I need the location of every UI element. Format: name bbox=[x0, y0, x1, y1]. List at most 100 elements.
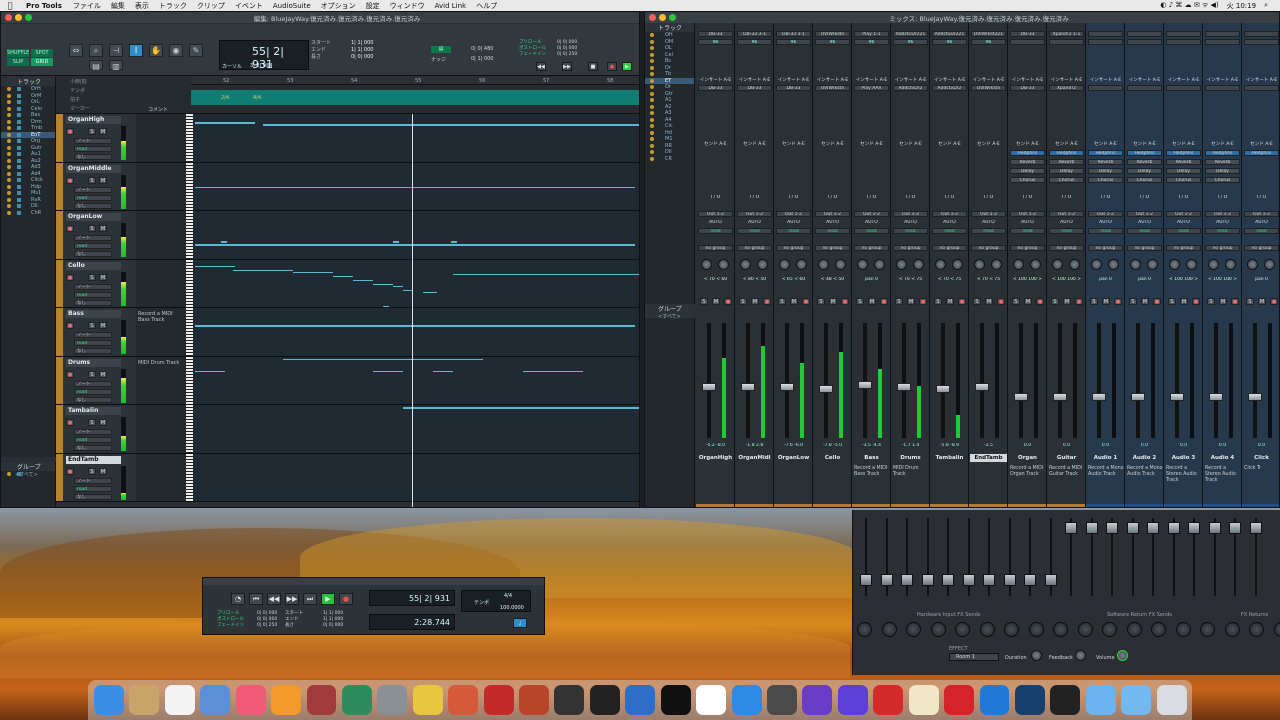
volume-fader[interactable] bbox=[1170, 393, 1184, 401]
strip-rec-button[interactable]: ● bbox=[1231, 298, 1239, 305]
automation-mode[interactable]: read bbox=[971, 228, 1006, 234]
automation-mode[interactable]: read bbox=[1088, 228, 1123, 234]
group-select[interactable]: no group bbox=[698, 245, 733, 251]
output-select[interactable]: Out 1-2 bbox=[1127, 211, 1162, 217]
track-group-select[interactable]: なし bbox=[74, 154, 112, 160]
trim-tool-icon[interactable]: ⊣ bbox=[109, 44, 123, 57]
send-slot[interactable]: Chorus bbox=[1205, 177, 1240, 183]
track-name[interactable]: Bass bbox=[66, 310, 121, 318]
send-slot[interactable]: Hedphns bbox=[1127, 150, 1162, 156]
menu-view[interactable]: 表示 bbox=[130, 1, 154, 11]
mode-grid[interactable]: GRID bbox=[31, 58, 53, 66]
track-comment[interactable] bbox=[136, 453, 186, 501]
volume-fader[interactable] bbox=[741, 383, 755, 391]
volume-fader[interactable] bbox=[897, 383, 911, 391]
track-comment[interactable] bbox=[136, 405, 186, 453]
minimize-icon[interactable] bbox=[659, 14, 666, 21]
menu-clip[interactable]: クリップ bbox=[192, 1, 230, 11]
send-slot[interactable]: Chorus bbox=[1010, 177, 1045, 183]
group-select[interactable]: no group bbox=[893, 245, 928, 251]
syspref-icon[interactable] bbox=[377, 685, 408, 715]
pan-knob-right[interactable] bbox=[1225, 259, 1236, 270]
menu-edit[interactable]: 編集 bbox=[106, 1, 130, 11]
group-select[interactable]: no group bbox=[932, 245, 967, 251]
strip-comment[interactable]: Record a MIDI Organ Track bbox=[1010, 466, 1046, 478]
online-icon[interactable]: ◔ bbox=[231, 593, 245, 605]
track-solo-button[interactable]: S bbox=[88, 128, 96, 135]
strip-solo-button[interactable]: S bbox=[1207, 298, 1215, 305]
strip-comment[interactable]: Record a MIDI Guitar Track bbox=[1049, 466, 1085, 478]
cs-knob[interactable] bbox=[1126, 622, 1142, 637]
track-comment[interactable] bbox=[136, 114, 186, 162]
midi-note[interactable] bbox=[195, 244, 635, 246]
insert-slot[interactable]: Xpand!2 bbox=[1049, 85, 1084, 91]
strip-rec-button[interactable]: ● bbox=[1153, 298, 1161, 305]
cs-knob[interactable] bbox=[1200, 622, 1215, 637]
apple-icon[interactable]:  bbox=[0, 1, 20, 10]
zoom-tool-icon[interactable]: ⌕ bbox=[89, 44, 103, 57]
send-slot[interactable]: Delay bbox=[1010, 168, 1045, 174]
strip-solo-button[interactable]: S bbox=[778, 298, 786, 305]
midi-lane[interactable] bbox=[193, 162, 639, 210]
volume-fader[interactable] bbox=[1131, 393, 1145, 401]
piano-icon[interactable] bbox=[589, 685, 620, 715]
strip-rec-button[interactable]: ● bbox=[1075, 298, 1083, 305]
cs-fader[interactable] bbox=[921, 574, 934, 586]
calendar-icon[interactable] bbox=[164, 685, 195, 715]
preview-icon[interactable] bbox=[200, 685, 231, 715]
pan-knob-right[interactable] bbox=[1264, 259, 1275, 270]
instrument-slot[interactable]: UVIWrkstn bbox=[815, 31, 850, 37]
midi-note[interactable] bbox=[195, 122, 255, 124]
stop-icon[interactable]: ■ bbox=[588, 62, 598, 71]
group-select[interactable]: no group bbox=[1127, 245, 1162, 251]
strip-mute-button[interactable]: M bbox=[751, 298, 759, 305]
cs-knob[interactable] bbox=[1028, 622, 1044, 637]
automation-mode[interactable]: read bbox=[1127, 228, 1162, 234]
strip-name[interactable]: Audio 2 bbox=[1126, 454, 1163, 462]
strip-name[interactable]: Audio 4 bbox=[1204, 454, 1241, 462]
insert-slot[interactable] bbox=[1205, 85, 1240, 91]
meter-marker[interactable]: 2/4 bbox=[221, 95, 229, 101]
strip-name[interactable]: Cello bbox=[814, 454, 851, 462]
track-comment[interactable] bbox=[136, 162, 186, 210]
track-mute-button[interactable]: M bbox=[99, 370, 107, 378]
track-rec-button[interactable]: ● bbox=[66, 225, 74, 232]
track-view-select[interactable]: ノート bbox=[74, 380, 112, 387]
ffwd-icon[interactable]: ▶▶ bbox=[562, 62, 572, 71]
send-slot[interactable]: Reverb bbox=[1205, 159, 1240, 165]
volume-fader[interactable] bbox=[858, 381, 872, 389]
cs-knob[interactable] bbox=[1102, 622, 1117, 637]
track-view-select[interactable]: ノート bbox=[74, 332, 112, 338]
midi-note[interactable] bbox=[523, 370, 583, 372]
ffwd-icon[interactable]: ▶▶ bbox=[285, 593, 299, 605]
midi-lane[interactable] bbox=[193, 259, 639, 307]
pan-knob[interactable] bbox=[701, 259, 712, 270]
strip-rec-button[interactable]: ● bbox=[1114, 298, 1122, 305]
track-comment[interactable] bbox=[136, 211, 186, 259]
cs-knob[interactable] bbox=[857, 622, 872, 637]
amp-icon[interactable] bbox=[519, 685, 549, 715]
safari-icon[interactable] bbox=[731, 685, 762, 715]
finder-icon[interactable] bbox=[94, 685, 124, 715]
photos-icon[interactable] bbox=[412, 685, 443, 715]
automation-mode[interactable]: read bbox=[1010, 228, 1045, 234]
midi-note[interactable] bbox=[283, 358, 483, 360]
automation-mode[interactable]: read bbox=[1049, 228, 1084, 234]
insert-slot[interactable]: DB-33 bbox=[1010, 85, 1045, 91]
strip-mute-button[interactable]: M bbox=[1024, 298, 1032, 305]
strip-comment[interactable]: Record a Mono Audio Track bbox=[1127, 466, 1163, 478]
instrument-slot[interactable]: AddctvDr221 bbox=[893, 31, 928, 37]
pan-knob[interactable] bbox=[974, 259, 985, 270]
strip-comment[interactable]: Record a MIDI Bass Track bbox=[854, 466, 890, 478]
strip-mute-button[interactable]: M bbox=[790, 298, 798, 305]
insert-slot[interactable] bbox=[1127, 85, 1162, 91]
zoom-preset-icon[interactable]: ▤ bbox=[89, 60, 103, 71]
track-mute-button[interactable]: M bbox=[99, 273, 107, 281]
link-icon[interactable] bbox=[1014, 685, 1045, 715]
pan-knob-right[interactable] bbox=[1030, 259, 1041, 270]
folder-icon[interactable] bbox=[1085, 685, 1116, 715]
record-icon[interactable]: ● bbox=[607, 62, 617, 71]
track-list-item[interactable]: ChR bbox=[1, 210, 55, 217]
cs-knob[interactable] bbox=[1053, 622, 1068, 637]
grid-value[interactable]: 0| 0| 480 bbox=[471, 46, 493, 52]
